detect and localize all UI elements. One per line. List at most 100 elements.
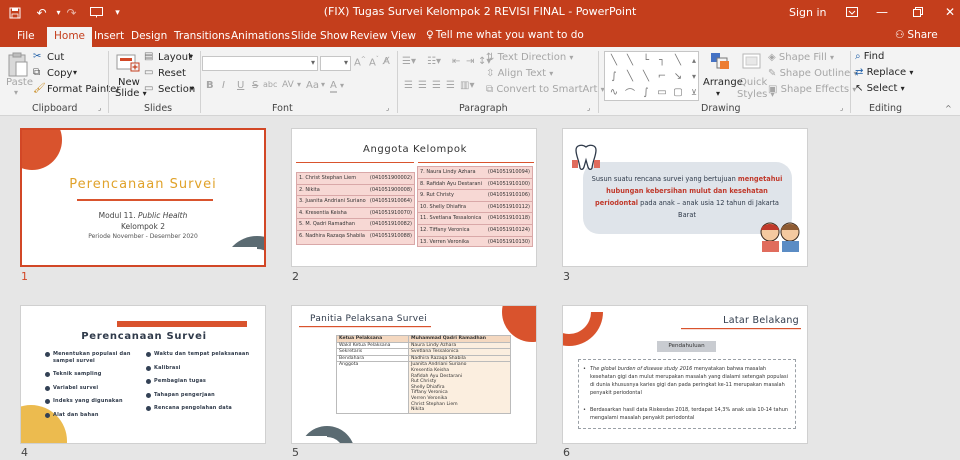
curve-shape-icon[interactable]: ∿: [607, 86, 621, 98]
gallery-scroll-up-icon[interactable]: ▴: [687, 54, 701, 66]
numbering-icon[interactable]: ☷▾: [427, 56, 441, 67]
italic-button[interactable]: I: [222, 80, 225, 91]
paste-label[interactable]: Paste: [6, 77, 33, 88]
text-shadow-button[interactable]: abc: [263, 80, 277, 89]
select-button[interactable]: ↖ Select ▾: [855, 83, 905, 94]
slide-thumbnail-5[interactable]: Panitia Pelaksana Survei Ketua Pelaksana…: [291, 305, 537, 444]
underline-button[interactable]: U: [237, 80, 244, 91]
share-button[interactable]: ⚇ Share: [895, 29, 938, 41]
gallery-scroll-down-icon[interactable]: ▾: [687, 70, 701, 82]
copy-icon[interactable]: ⧉: [33, 67, 40, 78]
align-right-icon[interactable]: ☰: [432, 80, 441, 91]
change-case-button[interactable]: Aa: [306, 80, 319, 91]
arrange-dropdown-icon[interactable]: ▾: [716, 89, 720, 98]
restore-icon[interactable]: [903, 2, 933, 22]
quick-styles-icon[interactable]: [740, 50, 764, 72]
tab-insert[interactable]: Insert: [94, 28, 124, 47]
freeform-shape-icon[interactable]: ⌒: [623, 86, 637, 100]
tab-slide-show[interactable]: Slide Show: [291, 28, 348, 47]
quick-styles-label[interactable]: Quick: [739, 77, 767, 88]
strikethrough-button[interactable]: S: [252, 80, 258, 91]
format-painter-icon[interactable]: 🖌: [33, 83, 46, 94]
slide-thumbnail-2[interactable]: Anggota Kelompok 1. Christ Stephan Liem(…: [291, 128, 537, 267]
reset-icon[interactable]: ▭: [144, 67, 153, 78]
tab-review[interactable]: Review: [350, 28, 387, 47]
sign-in-link[interactable]: Sign in: [789, 6, 827, 19]
decrease-font-icon[interactable]: Aˇ: [369, 56, 379, 68]
format-painter-button[interactable]: Format Painter: [47, 84, 120, 95]
slide-thumbnail-1[interactable]: Perencanaan Survei Modul 11. Public Heal…: [20, 128, 266, 267]
bold-button[interactable]: B: [206, 80, 214, 91]
gallery-more-icon[interactable]: ⊻: [687, 86, 701, 98]
slide-thumbnail-3[interactable]: Susun suatu rencana survei yang bertujua…: [562, 128, 808, 267]
tab-home[interactable]: Home: [47, 27, 93, 47]
font-color-button[interactable]: A ▾: [330, 80, 344, 93]
close-icon[interactable]: ✕: [935, 2, 960, 22]
decrease-indent-icon[interactable]: ⇤: [452, 56, 460, 67]
copy-dropdown-icon[interactable]: ▾: [73, 68, 77, 77]
new-slide-label-2[interactable]: Slide ▾: [115, 88, 147, 99]
clear-formatting-icon[interactable]: A̸: [383, 56, 390, 67]
reset-button[interactable]: Reset: [158, 68, 186, 79]
line-shape-icon[interactable]: ╲: [607, 54, 621, 66]
layout-icon[interactable]: ▤: [144, 51, 153, 62]
tab-view[interactable]: View: [391, 28, 416, 47]
tab-design[interactable]: Design: [131, 28, 167, 47]
arrow-shape-icon[interactable]: ╲: [639, 70, 653, 82]
justify-icon[interactable]: ☰: [446, 80, 455, 91]
scribble-shape-icon[interactable]: ∫: [639, 86, 653, 98]
elbow-connector-icon[interactable]: ┐: [655, 54, 669, 66]
cut-button[interactable]: Cut: [47, 52, 64, 63]
rounded-rectangle-icon[interactable]: ▢: [671, 86, 685, 98]
tab-animations[interactable]: Animations: [231, 28, 290, 47]
slide-thumbnail-4[interactable]: Perencanaan Survei Menentukan populasi d…: [20, 305, 266, 444]
clipboard-launcher-icon[interactable]: ⌟: [98, 104, 101, 112]
shape-fill-button[interactable]: ◈ Shape Fill ▾: [768, 52, 834, 63]
cut-icon[interactable]: ✂: [33, 51, 41, 62]
change-case-dropdown-icon[interactable]: ▾: [321, 80, 325, 89]
align-left-icon[interactable]: ☰: [404, 80, 413, 91]
increase-indent-icon[interactable]: ⇥: [466, 56, 474, 67]
columns-icon[interactable]: ▥▾: [460, 80, 474, 91]
arrow-shape-icon[interactable]: ╲: [623, 70, 637, 82]
font-name-combo[interactable]: ▾: [202, 56, 318, 71]
layout-button[interactable]: Layout: [158, 52, 192, 63]
character-spacing-button[interactable]: AV: [282, 80, 294, 90]
drawing-launcher-icon[interactable]: ⌟: [840, 104, 843, 112]
bullets-icon[interactable]: ☰▾: [402, 56, 416, 67]
find-button[interactable]: ⌕ Find: [855, 51, 884, 62]
font-launcher-icon[interactable]: ⌟: [386, 104, 389, 112]
convert-smartart-button[interactable]: ⧉ Convert to SmartArt ▾: [486, 84, 605, 95]
connector-icon[interactable]: ⌐: [655, 70, 669, 82]
text-direction-button[interactable]: ⇅ Text Direction ▾: [486, 52, 573, 63]
increase-font-icon[interactable]: A^: [354, 56, 366, 68]
align-center-icon[interactable]: ☰: [418, 80, 427, 91]
connector-icon[interactable]: ↘: [671, 70, 685, 82]
ribbon-display-options-icon[interactable]: [837, 2, 867, 22]
tab-file[interactable]: File: [17, 28, 35, 47]
section-dropdown-icon[interactable]: ▾: [190, 84, 194, 93]
new-slide-label[interactable]: New: [118, 77, 140, 88]
arrow-shape-icon[interactable]: ╲: [671, 54, 685, 66]
minimize-icon[interactable]: —: [867, 2, 897, 22]
slide-thumbnail-6[interactable]: Latar Belakang Pendahuluan • The global b…: [562, 305, 808, 444]
paste-dropdown-icon[interactable]: ▾: [14, 88, 18, 97]
shape-outline-button[interactable]: ✎ Shape Outline ▾: [768, 68, 857, 79]
shapes-gallery[interactable]: ╲ ╲ └ ┐ ╲ ∫ ╲ ╲ ⌐ ↘ ∿ ⌒ ∫ ▭ ▢ ▴ ▾ ⊻: [604, 51, 699, 101]
font-size-combo[interactable]: ▾: [320, 56, 351, 71]
collapse-ribbon-icon[interactable]: ^: [945, 104, 952, 113]
layout-dropdown-icon[interactable]: ▾: [189, 52, 193, 61]
character-spacing-dropdown-icon[interactable]: ▾: [297, 80, 301, 89]
new-slide-icon[interactable]: [115, 51, 141, 75]
replace-button[interactable]: ⇄ Replace ▾: [855, 67, 913, 78]
arrange-icon[interactable]: [708, 50, 732, 72]
tell-me-search[interactable]: ♀ Tell me what you want to do: [426, 29, 584, 41]
section-icon[interactable]: ▭: [144, 83, 153, 94]
copy-button[interactable]: Copy: [47, 68, 72, 79]
line-shape-icon[interactable]: ╲: [623, 54, 637, 66]
curve-shape-icon[interactable]: ∫: [607, 70, 621, 82]
shape-effects-button[interactable]: ▣ Shape Effects ▾: [768, 84, 856, 95]
paste-icon[interactable]: [5, 51, 31, 79]
rectangle-shape-icon[interactable]: ▭: [655, 86, 669, 98]
paragraph-launcher-icon[interactable]: ⌟: [587, 104, 590, 112]
